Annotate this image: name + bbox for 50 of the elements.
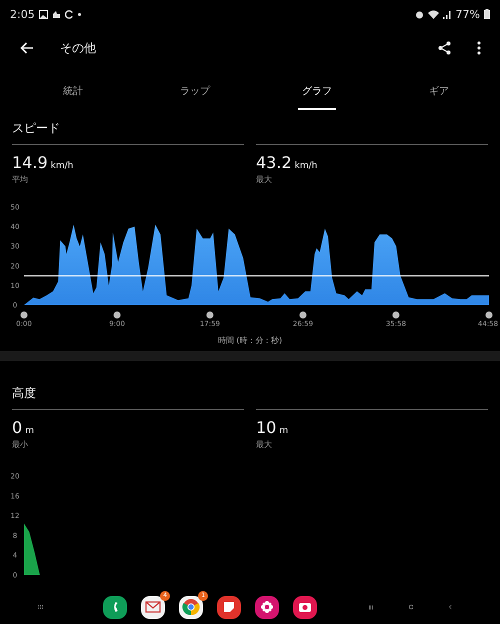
- app-icon[interactable]: [217, 596, 242, 618]
- stat-value: 10: [256, 418, 276, 437]
- stat-label: 平均: [12, 174, 29, 185]
- app-icon[interactable]: [255, 596, 280, 618]
- camera-icon: [298, 601, 312, 613]
- area-series: [24, 524, 40, 575]
- image-icon: [38, 10, 48, 18]
- app-icon[interactable]: [141, 596, 166, 618]
- stat-unit: m: [279, 426, 288, 436]
- stat-label: 最大: [256, 439, 273, 450]
- app-icon[interactable]: [103, 596, 128, 618]
- stat-unit: km/h: [294, 161, 318, 171]
- section-title: 高度: [12, 385, 37, 402]
- tab[interactable]: グラフ: [298, 68, 336, 110]
- clock: 2:05: [10, 8, 35, 20]
- back-arrow-icon[interactable]: [20, 42, 34, 54]
- more-options-icon[interactable]: [477, 41, 481, 55]
- axis-title: 時間 (時 : 分 : 秒): [216, 335, 284, 347]
- share-icon[interactable]: [438, 41, 451, 55]
- stat-value: 0: [12, 418, 22, 437]
- x-tick-dot: [299, 312, 306, 318]
- envelope-icon: [145, 601, 162, 613]
- x-tick-dot: [206, 312, 214, 318]
- tab[interactable]: ギア: [425, 68, 453, 110]
- wifi-icon: [428, 10, 439, 18]
- x-tick-dot: [114, 312, 121, 318]
- stat-label: 最大: [256, 174, 273, 185]
- x-tick-dot: [392, 312, 400, 318]
- browser-logo-icon: [182, 598, 200, 616]
- stat-unit: m: [25, 426, 34, 436]
- stat-unit: km/h: [50, 161, 74, 171]
- stat-value: 43.2: [256, 153, 292, 172]
- flower-icon: [260, 600, 274, 614]
- x-tick-dot: [486, 312, 492, 318]
- page-title: その他: [60, 40, 97, 56]
- battery-percent: 77%: [456, 8, 480, 20]
- battery-icon: [484, 9, 490, 19]
- sync-icon: [64, 10, 74, 18]
- signal-icon: [442, 10, 452, 18]
- phone-icon: [112, 602, 118, 612]
- dot-icon: [78, 12, 81, 16]
- x-tick-dot: [20, 312, 28, 318]
- tab[interactable]: ラップ: [176, 68, 214, 110]
- section-title: スピード: [12, 120, 61, 137]
- app-icon[interactable]: [293, 596, 318, 618]
- note-icon: [223, 601, 236, 613]
- app-icon[interactable]: [179, 596, 204, 618]
- stat-label: 最小: [12, 439, 29, 450]
- stat-value: 14.9: [12, 153, 48, 172]
- tab[interactable]: 統計: [59, 68, 87, 110]
